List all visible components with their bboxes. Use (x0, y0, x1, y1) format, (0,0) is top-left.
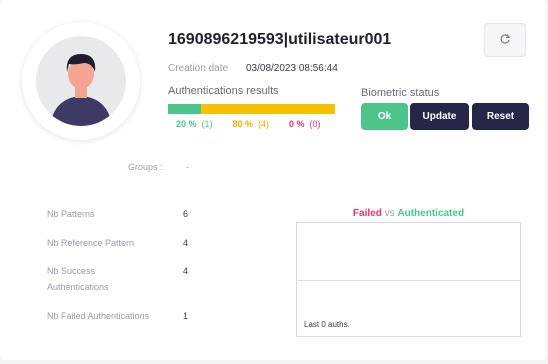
auth-legend-count: (0) (309, 119, 321, 129)
auth-legend-item: 20 % (1) (176, 119, 213, 129)
user-card: 1690896219593|utilisateur001 Creation da… (0, 0, 546, 360)
chart-title-failed: Failed (352, 208, 382, 219)
refresh-button[interactable] (484, 23, 526, 57)
groups-label: Groups : (128, 162, 163, 172)
auth-bar-segment-pending (201, 104, 335, 114)
chart-title-authenticated: Authenticated (397, 208, 465, 219)
update-button[interactable]: Update (410, 103, 469, 130)
auth-legend-percent: 80 % (232, 119, 254, 129)
nb-success-auth-value: 4 (183, 266, 189, 276)
nb-failed-auth-value: 1 (183, 311, 189, 321)
auth-legend-count: (1) (201, 119, 213, 129)
biometric-status-title: Biometric status (361, 87, 440, 99)
auth-legend-item: 80 % (4) (233, 119, 270, 129)
nb-success-auth-label: Nb Success Authentications (47, 266, 109, 292)
auth-legend-count: (4) (258, 119, 270, 129)
creation-date-value: 03/08/2023 08:56:44 (246, 63, 338, 74)
auth-legend-percent: 20 % (176, 119, 197, 129)
groups-value: - (186, 162, 189, 172)
auth-legend-item: 0 % (0) (289, 119, 321, 129)
chart-title-vs: vs (381, 208, 398, 219)
creation-date-label: Creation date (168, 63, 229, 74)
chart-gridline (297, 280, 520, 281)
nb-failed-auth-label: Nb Failed Authentications (47, 311, 150, 321)
auth-legend-percent: 0 % (289, 119, 305, 129)
auth-chart: Last 0 auths. (296, 222, 521, 337)
refresh-icon (499, 33, 511, 48)
auth-results-legend: 20 % (1) 80 % (4) 0 % (0) (176, 119, 341, 129)
auth-results-bar (168, 104, 335, 114)
auth-results-title: Authentications results (168, 85, 279, 97)
nb-patterns-value: 6 (183, 209, 189, 219)
ok-button[interactable]: Ok (361, 103, 408, 130)
user-avatar-icon (36, 36, 126, 126)
reset-button[interactable]: Reset (472, 103, 529, 130)
auth-bar-segment-success (168, 104, 202, 114)
avatar-frame (22, 22, 140, 140)
nb-reference-pattern-value: 4 (183, 238, 189, 248)
user-title: 1690896219593|utilisateur001 (168, 31, 392, 48)
nb-reference-pattern-label: Nb Reference Pattern (47, 238, 135, 248)
chart-title: Failed vs Authenticated (296, 208, 521, 219)
nb-patterns-label: Nb Patterns (47, 209, 95, 219)
chart-footer: Last 0 auths. (304, 320, 350, 329)
